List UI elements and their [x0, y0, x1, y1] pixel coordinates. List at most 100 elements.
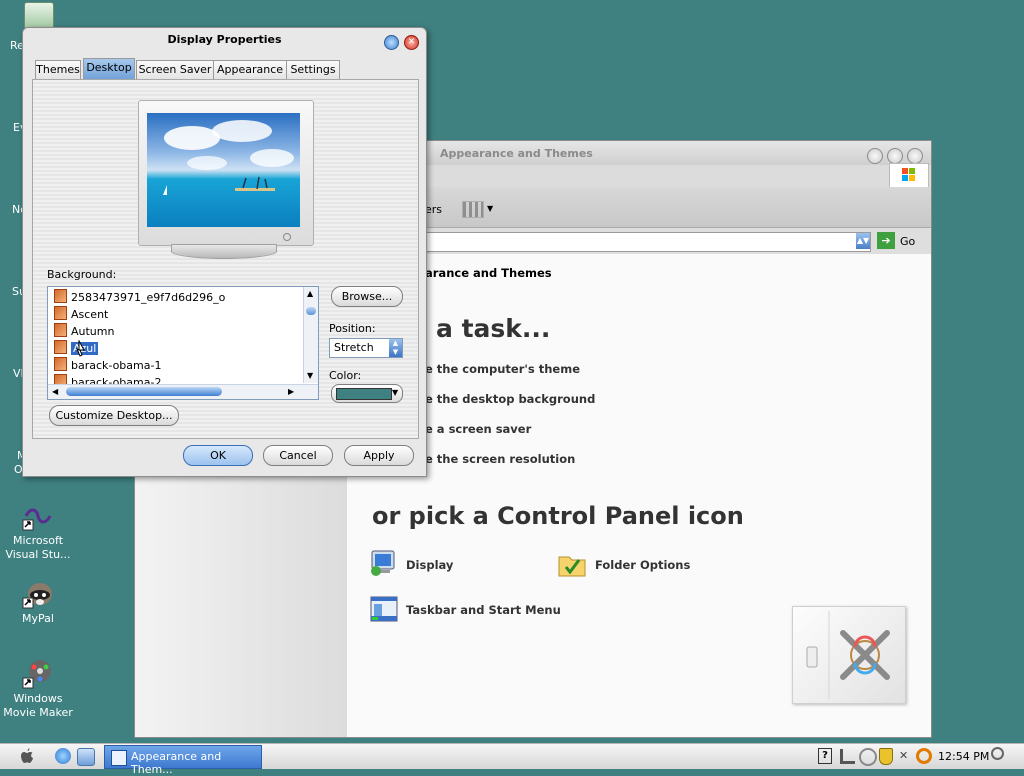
search-tray-icon[interactable] — [916, 748, 932, 764]
desktop-icon-label: Windows — [13, 692, 63, 705]
appearance-themes-graphic — [792, 606, 906, 704]
tab-screen-saver[interactable]: Screen Saver — [136, 60, 214, 79]
color-label: Color: — [329, 369, 362, 382]
display-label: Display — [406, 558, 454, 572]
search-icon[interactable] — [991, 747, 1004, 760]
list-item[interactable]: Ascent — [54, 306, 108, 323]
visual-studio-icon — [22, 500, 54, 532]
mypal-raccoon-icon — [22, 578, 54, 610]
list-item-label: barack-obama-1 — [71, 359, 162, 372]
dialog-title: Display Properties — [167, 33, 282, 46]
folder-options-icon — [557, 549, 587, 579]
tab-appearance[interactable]: Appearance — [213, 60, 287, 79]
pick-icon-heading: or pick a Control Panel icon — [372, 502, 744, 530]
scroll-down-icon[interactable]: ▼ — [307, 371, 313, 380]
folder-options-label: Folder Options — [595, 558, 691, 572]
position-select-value: Stretch — [334, 341, 374, 354]
desktop-icon-label: Microsoft — [12, 534, 64, 547]
monitor-stand — [171, 244, 277, 259]
desktop-icon-label: Movie Maker — [3, 706, 73, 719]
list-item[interactable]: 2583473971_e9f7d6d296_o — [54, 289, 225, 306]
show-desktop-icon[interactable] — [77, 748, 95, 766]
movie-maker-icon — [22, 658, 54, 690]
go-arrow-icon[interactable]: ➔ — [877, 232, 895, 249]
task-screen-saver[interactable]: e a screen saver — [425, 422, 531, 436]
color-picker-button[interactable]: ▼ — [331, 384, 403, 403]
desktop-tab-panel: Background: 2583473971_e9f7d6d296_o Asce… — [32, 79, 419, 439]
tab-desktop[interactable]: Desktop — [83, 58, 135, 80]
color-swatch — [336, 388, 392, 400]
toolbar-folders-label[interactable]: ers — [425, 203, 442, 216]
image-file-icon — [54, 289, 67, 303]
wallpaper-preview — [147, 113, 300, 227]
scroll-right-icon[interactable]: ▶ — [288, 387, 294, 396]
apple-start-icon[interactable] — [18, 747, 36, 765]
control-panel-icon-folder-options[interactable]: Folder Options — [557, 549, 737, 581]
taskbar: Appearance and Them... ? ✕ 12:54 PM — [0, 743, 1024, 776]
scroll-up-icon[interactable]: ▲ — [307, 289, 313, 298]
chevron-down-icon: ▼ — [392, 388, 399, 397]
taskbar-start-menu-label: Taskbar and Start Menu — [406, 603, 561, 617]
tab-settings[interactable]: Settings — [286, 60, 340, 79]
position-label: Position: — [329, 322, 376, 335]
scroll-thumb[interactable] — [306, 307, 316, 315]
scroll-thumb[interactable] — [66, 387, 222, 396]
task-screen-resolution[interactable]: e the screen resolution — [425, 452, 575, 466]
control-panel-icon — [111, 750, 127, 766]
desktop-icon-label: Visual Stu... — [5, 548, 71, 561]
security-shield-icon[interactable] — [879, 748, 893, 765]
close-button[interactable]: ✕ — [404, 35, 419, 50]
browse-button[interactable]: Browse... — [331, 286, 403, 307]
minimize-button[interactable] — [867, 148, 883, 164]
mouse-cursor-icon — [75, 339, 89, 358]
views-icon[interactable] — [462, 201, 484, 218]
windows-logo-icon — [889, 163, 929, 189]
tab-themes[interactable]: Themes — [35, 60, 81, 79]
taskbar-start-menu-icon — [369, 594, 399, 624]
task-change-background[interactable]: e the desktop background — [425, 392, 595, 406]
main-pane: arance and Themes a task... e the comput… — [347, 254, 931, 737]
help-icon[interactable]: ? — [818, 748, 832, 764]
network-icon[interactable] — [840, 749, 855, 764]
cancel-button[interactable]: Cancel — [263, 445, 333, 466]
horizontal-scrollbar[interactable]: ◀ ▶ — [48, 384, 318, 399]
select-arrows-icon[interactable]: ▲ ▼ — [389, 339, 402, 357]
desktop-icon-mypal[interactable]: MyPal — [3, 578, 73, 626]
task-change-theme[interactable]: e the computer's theme — [425, 362, 580, 376]
scroll-left-icon[interactable]: ◀ — [52, 387, 58, 396]
control-panel-icon-taskbar[interactable]: Taskbar and Start Menu — [369, 594, 589, 626]
clock[interactable]: 12:54 PM — [938, 750, 989, 763]
address-input[interactable]: ▲▼ — [425, 232, 871, 252]
desktop-icon-visual-studio[interactable]: Microsoft Visual Stu... — [3, 500, 73, 562]
list-item-label: Ascent — [71, 308, 109, 321]
display-properties-dialog: Display Properties ✕ Themes Desktop Scre… — [22, 27, 427, 477]
go-button-label[interactable]: Go — [900, 235, 915, 248]
chevron-down-icon[interactable]: ▼ — [487, 204, 493, 213]
maximize-button[interactable] — [887, 148, 903, 164]
apply-button[interactable]: Apply — [344, 445, 414, 466]
list-item[interactable]: barack-obama-1 — [54, 357, 161, 374]
address-dropdown-button[interactable]: ▲▼ — [856, 233, 870, 249]
recycle-bin-icon[interactable] — [24, 2, 54, 30]
taskbar-task-label: Appearance and Them... — [131, 750, 222, 776]
list-item-label: 2583473971_e9f7d6d296_o — [71, 291, 226, 304]
control-panel-icon-display[interactable]: Display — [369, 549, 549, 581]
volume-icon[interactable]: ✕ — [899, 749, 911, 762]
category-title: arance and Themes — [425, 266, 552, 280]
background-label: Background: — [47, 268, 117, 281]
internet-explorer-icon[interactable] — [55, 748, 71, 764]
image-file-icon — [54, 357, 67, 371]
image-file-icon — [54, 306, 67, 320]
desktop-icon-movie-maker[interactable]: Windows Movie Maker — [3, 658, 73, 720]
list-item[interactable]: Autumn — [54, 323, 114, 340]
vertical-scrollbar[interactable]: ▲ ▼ — [303, 287, 318, 383]
position-select[interactable]: Stretch ▲ ▼ — [329, 338, 403, 358]
customize-desktop-button[interactable]: Customize Desktop... — [49, 405, 179, 426]
image-file-icon — [54, 323, 67, 337]
close-button[interactable] — [907, 148, 923, 164]
sync-icon[interactable] — [859, 748, 877, 766]
taskbar-task-button[interactable]: Appearance and Them... — [104, 745, 262, 776]
monitor-preview — [138, 100, 314, 246]
ok-button[interactable]: OK — [183, 445, 253, 466]
help-button[interactable] — [384, 35, 399, 50]
